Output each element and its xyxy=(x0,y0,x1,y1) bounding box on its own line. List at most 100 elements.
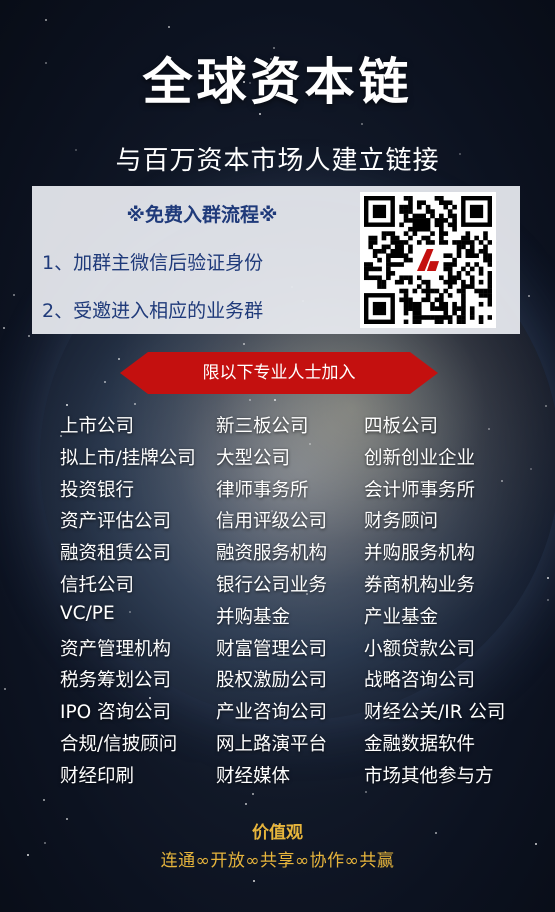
qr-module xyxy=(377,279,382,285)
qr-module xyxy=(416,213,422,219)
banner: 限以下专业人士加入 xyxy=(120,352,438,394)
qr-module xyxy=(421,218,426,223)
star xyxy=(545,405,547,407)
qr-module xyxy=(487,253,492,258)
qr-module xyxy=(430,209,435,214)
qr-module xyxy=(487,293,492,298)
qr-module xyxy=(487,275,492,281)
qr-module xyxy=(452,279,457,285)
qr-module xyxy=(439,226,444,232)
category-item: 财经印刷 xyxy=(60,765,135,787)
qr-module xyxy=(364,275,369,281)
qr-module xyxy=(461,319,466,324)
qr-module xyxy=(425,297,431,303)
qr-module xyxy=(416,319,422,324)
qr-module xyxy=(478,266,484,272)
qr-module xyxy=(461,244,466,250)
qr-module xyxy=(487,271,492,276)
qr-module xyxy=(443,262,449,267)
qr-module xyxy=(434,222,440,228)
category-grid: 上市公司 新三板公司 四板公司 拟上市/挂牌公司 大型公司 创新创业企业 投资银行 律师事务所… xyxy=(60,412,530,794)
qr-module xyxy=(412,231,418,236)
qr-module xyxy=(408,235,413,241)
qr-module xyxy=(421,213,426,219)
star xyxy=(249,399,251,401)
qr-module xyxy=(478,271,484,276)
qr-module xyxy=(487,279,492,285)
qr-module xyxy=(474,235,479,241)
qr-module xyxy=(461,240,466,245)
star xyxy=(243,343,245,345)
qr-module xyxy=(368,275,374,281)
category-item: 战略咨询公司 xyxy=(364,670,476,692)
values-line: 连通∞开放∞共享∞协作∞共赢 xyxy=(160,851,395,871)
qr-module xyxy=(408,226,413,232)
qr-module xyxy=(430,231,435,236)
qr-module xyxy=(372,275,378,281)
qr-module xyxy=(399,288,404,294)
qr-module xyxy=(368,266,374,272)
qr-module xyxy=(412,226,418,232)
qr-module xyxy=(368,262,374,267)
qr-module xyxy=(421,226,426,232)
category-row: 资产评估公司 信用评级公司 财务顾问 xyxy=(60,507,530,539)
qr-module xyxy=(403,293,409,298)
qr-module xyxy=(469,266,475,272)
qr-module xyxy=(443,306,449,311)
qr-module xyxy=(425,315,431,320)
qr-module xyxy=(456,288,462,294)
qr-module xyxy=(478,288,484,294)
qr-module xyxy=(461,297,466,303)
category-row: 合规/信披顾问 网上路演平台 金融数据软件 xyxy=(60,730,530,762)
qr-module xyxy=(447,222,453,228)
qr-module xyxy=(483,244,488,250)
qr-module xyxy=(461,235,466,241)
qr-module xyxy=(439,240,444,245)
category-row: 税务筹划公司 股权激励公司 战略咨询公司 xyxy=(60,666,530,698)
qr-module xyxy=(412,301,418,307)
qr-module xyxy=(447,266,453,272)
qr-module xyxy=(386,244,391,250)
qr-module xyxy=(399,262,404,267)
qr-module xyxy=(416,301,422,307)
qr-module xyxy=(425,226,431,232)
qr-module xyxy=(425,279,431,285)
star xyxy=(13,294,15,296)
qr-module xyxy=(399,222,404,228)
qr-module xyxy=(478,319,484,324)
qr-code-icon[interactable] xyxy=(360,192,496,328)
qr-module xyxy=(421,288,426,294)
category-item: 税务筹划公司 xyxy=(60,670,172,692)
category-item: 市场其他参与方 xyxy=(364,765,494,787)
qr-module xyxy=(425,240,431,245)
qr-module xyxy=(425,284,431,289)
qr-module xyxy=(439,301,444,307)
qr-module xyxy=(386,266,391,272)
qr-module xyxy=(390,235,396,241)
qr-module xyxy=(465,284,471,289)
qr-module xyxy=(408,301,413,307)
category-item: 拟上市/挂牌公司 xyxy=(60,447,196,469)
qr-module xyxy=(447,319,453,324)
qr-module xyxy=(394,262,400,267)
qr-module xyxy=(425,209,431,214)
qr-module xyxy=(474,262,479,267)
qr-module xyxy=(443,253,449,258)
qr-module xyxy=(452,240,457,245)
qr-module xyxy=(412,222,418,228)
qr-module xyxy=(368,235,374,241)
qr-module xyxy=(425,288,431,294)
qr-module xyxy=(408,244,413,250)
qr-module xyxy=(487,301,492,307)
category-item: 信托公司 xyxy=(60,574,135,596)
qr-module xyxy=(377,248,382,254)
qr-module xyxy=(465,240,471,245)
qr-module xyxy=(465,231,471,236)
qr-module xyxy=(403,196,409,201)
qr-module xyxy=(372,240,378,245)
category-row: 财经印刷 财经媒体 市场其他参与方 xyxy=(60,762,530,794)
qr-module xyxy=(443,301,449,307)
qr-module xyxy=(386,271,391,276)
qr-module xyxy=(372,266,378,272)
category-item: 财经媒体 xyxy=(216,765,291,787)
